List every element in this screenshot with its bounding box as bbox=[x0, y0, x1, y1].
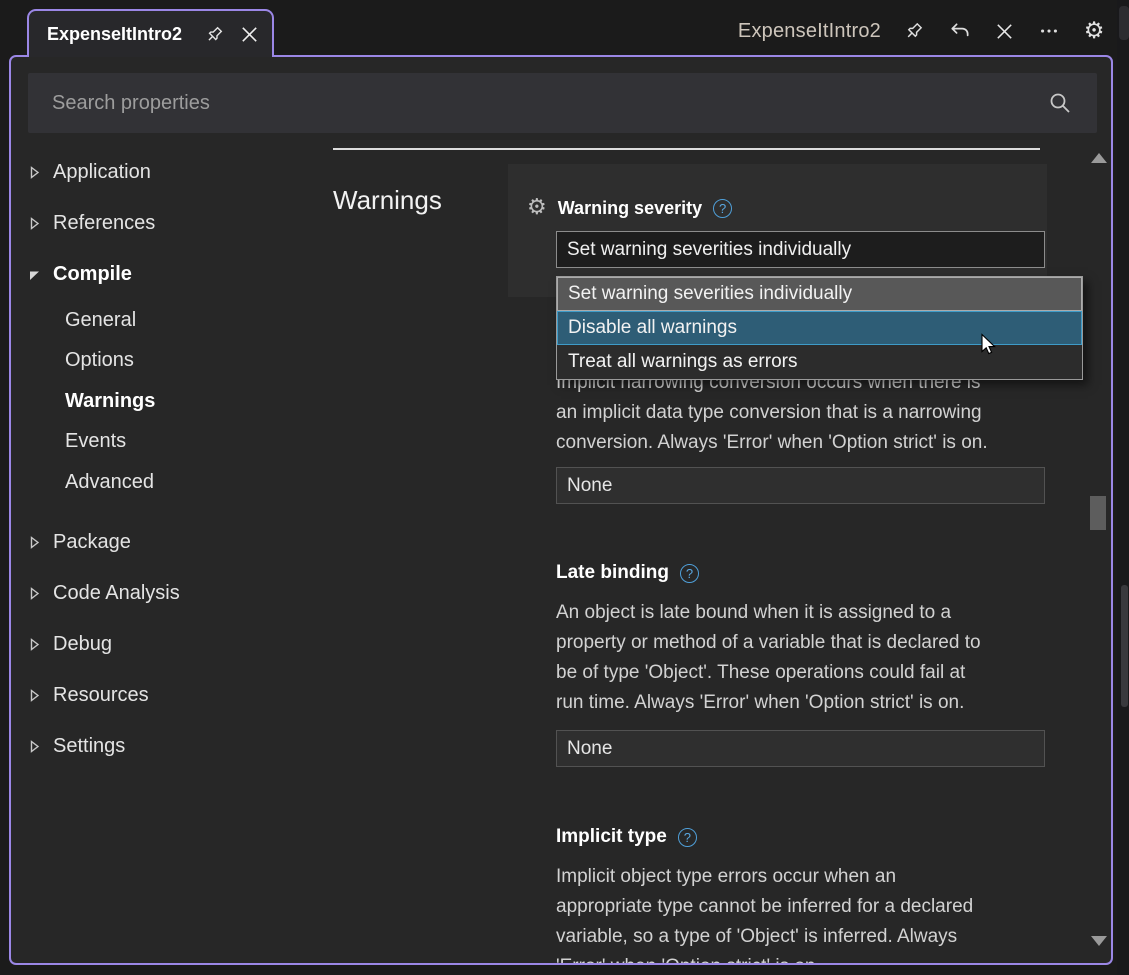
sidebar-item-label: Events bbox=[65, 430, 126, 453]
sidebar-item-warnings[interactable]: Warnings bbox=[28, 387, 155, 415]
sidebar-item-events[interactable]: Events bbox=[28, 427, 126, 455]
sidebar-item-general[interactable]: General bbox=[28, 306, 136, 334]
sidebar-item-label: Application bbox=[53, 161, 151, 184]
sidebar-item-label: Settings bbox=[53, 735, 125, 758]
tab-close-icon[interactable] bbox=[239, 22, 260, 46]
sidebar-item-options[interactable]: Options bbox=[28, 346, 134, 374]
document-tab[interactable]: ExpenseItIntro2 bbox=[27, 9, 274, 57]
warning-severity-label: Warning severity bbox=[558, 198, 702, 219]
page-title: Warnings bbox=[333, 185, 442, 216]
scrollbar-thumb[interactable] bbox=[1090, 496, 1106, 530]
sidebar-item-debug[interactable]: Debug bbox=[28, 630, 112, 658]
warning-severity-listbox: Set warning severities individuallyDisab… bbox=[556, 276, 1083, 380]
sidebar-item-label: Resources bbox=[53, 684, 149, 707]
mouse-cursor bbox=[976, 332, 1000, 361]
sidebar-item-settings[interactable]: Settings bbox=[28, 732, 125, 760]
late-binding-value: None bbox=[567, 738, 612, 760]
sidebar-item-references[interactable]: References bbox=[28, 209, 155, 237]
sidebar-item-label: Advanced bbox=[65, 471, 154, 494]
warning-severity-value: Set warning severities individually bbox=[567, 239, 851, 261]
shell-scrollbar-top bbox=[1119, 6, 1129, 40]
implicit-type-description: Implicit object type errors occur when a… bbox=[556, 862, 1066, 963]
chevron-collapsed-icon[interactable] bbox=[28, 638, 41, 651]
chevron-collapsed-icon[interactable] bbox=[28, 587, 41, 600]
scrollbar-down-button[interactable] bbox=[1091, 936, 1107, 946]
implicit-narrowing-combobox[interactable]: None bbox=[556, 467, 1045, 504]
option-treat-all-warnings-as-errors[interactable]: Treat all warnings as errors bbox=[557, 345, 1082, 379]
pin-icon[interactable] bbox=[902, 19, 926, 43]
chevron-collapsed-icon[interactable] bbox=[28, 536, 41, 549]
property-gear-icon[interactable]: ⚙ bbox=[527, 197, 547, 219]
sidebar-item-label: Compile bbox=[53, 263, 132, 286]
chevron-collapsed-icon[interactable] bbox=[28, 166, 41, 179]
more-options-icon[interactable] bbox=[1037, 19, 1061, 43]
help-icon[interactable]: ? bbox=[678, 828, 697, 847]
implicit-type-description-clip: Implicit object type errors occur when a… bbox=[556, 862, 1066, 963]
option-set-warning-severities-individually[interactable]: Set warning severities individually bbox=[557, 277, 1082, 311]
tab-title: ExpenseItIntro2 bbox=[47, 24, 182, 45]
late-binding-combobox[interactable]: None bbox=[556, 730, 1045, 767]
tab-pin-icon[interactable] bbox=[204, 22, 225, 46]
help-icon[interactable]: ? bbox=[713, 199, 732, 218]
scrollbar-up-button[interactable] bbox=[1091, 153, 1107, 163]
sidebar-item-label: General bbox=[65, 309, 136, 332]
window-titlebar: ExpenseItIntro2 ⚙ bbox=[738, 14, 1106, 48]
content-divider bbox=[333, 148, 1040, 150]
settings-gear-icon[interactable]: ⚙ bbox=[1082, 19, 1106, 43]
sidebar-item-package[interactable]: Package bbox=[28, 528, 131, 556]
warning-severity-combobox[interactable]: Set warning severities individually bbox=[556, 231, 1045, 268]
chevron-expanded-icon[interactable] bbox=[28, 268, 41, 281]
implicit-type-label: Implicit type bbox=[556, 826, 667, 848]
late-binding-description: An object is late bound when it is assig… bbox=[556, 598, 1066, 718]
help-icon[interactable]: ? bbox=[680, 564, 699, 583]
shell-scrollbar-thumb[interactable] bbox=[1121, 585, 1128, 707]
implicit-narrowing-value: None bbox=[567, 475, 612, 497]
search-icon bbox=[1047, 90, 1073, 116]
sidebar-item-label: Package bbox=[53, 531, 131, 554]
chevron-collapsed-icon[interactable] bbox=[28, 740, 41, 753]
late-binding-row: Late binding ? bbox=[556, 562, 699, 584]
sidebar-item-label: Warnings bbox=[65, 390, 155, 413]
undo-icon[interactable] bbox=[947, 19, 971, 43]
sidebar-item-application[interactable]: Application bbox=[28, 158, 151, 186]
sidebar-item-advanced[interactable]: Advanced bbox=[28, 468, 154, 496]
close-icon[interactable] bbox=[992, 19, 1016, 43]
chevron-collapsed-icon[interactable] bbox=[28, 217, 41, 230]
sidebar-item-code-analysis[interactable]: Code Analysis bbox=[28, 579, 180, 607]
sidebar-item-label: References bbox=[53, 212, 155, 235]
sidebar-item-label: Code Analysis bbox=[53, 582, 180, 605]
implicit-narrowing-description: Implicit narrowing conversion occurs whe… bbox=[556, 368, 1056, 458]
sidebar-item-resources[interactable]: Resources bbox=[28, 681, 149, 709]
sidebar-item-compile[interactable]: Compile bbox=[28, 260, 132, 288]
sidebar-item-label: Options bbox=[65, 349, 134, 372]
option-disable-all-warnings[interactable]: Disable all warnings bbox=[557, 311, 1082, 345]
chevron-collapsed-icon[interactable] bbox=[28, 689, 41, 702]
search-input[interactable] bbox=[28, 73, 1047, 133]
sidebar-item-label: Debug bbox=[53, 633, 112, 656]
window-title: ExpenseItIntro2 bbox=[738, 20, 881, 43]
search-bar bbox=[28, 73, 1097, 133]
implicit-type-row: Implicit type ? bbox=[556, 826, 697, 848]
late-binding-label: Late binding bbox=[556, 562, 669, 584]
shell-scrollbar-track bbox=[1117, 0, 1129, 975]
warning-severity-row: ⚙ Warning severity ? bbox=[527, 197, 732, 219]
